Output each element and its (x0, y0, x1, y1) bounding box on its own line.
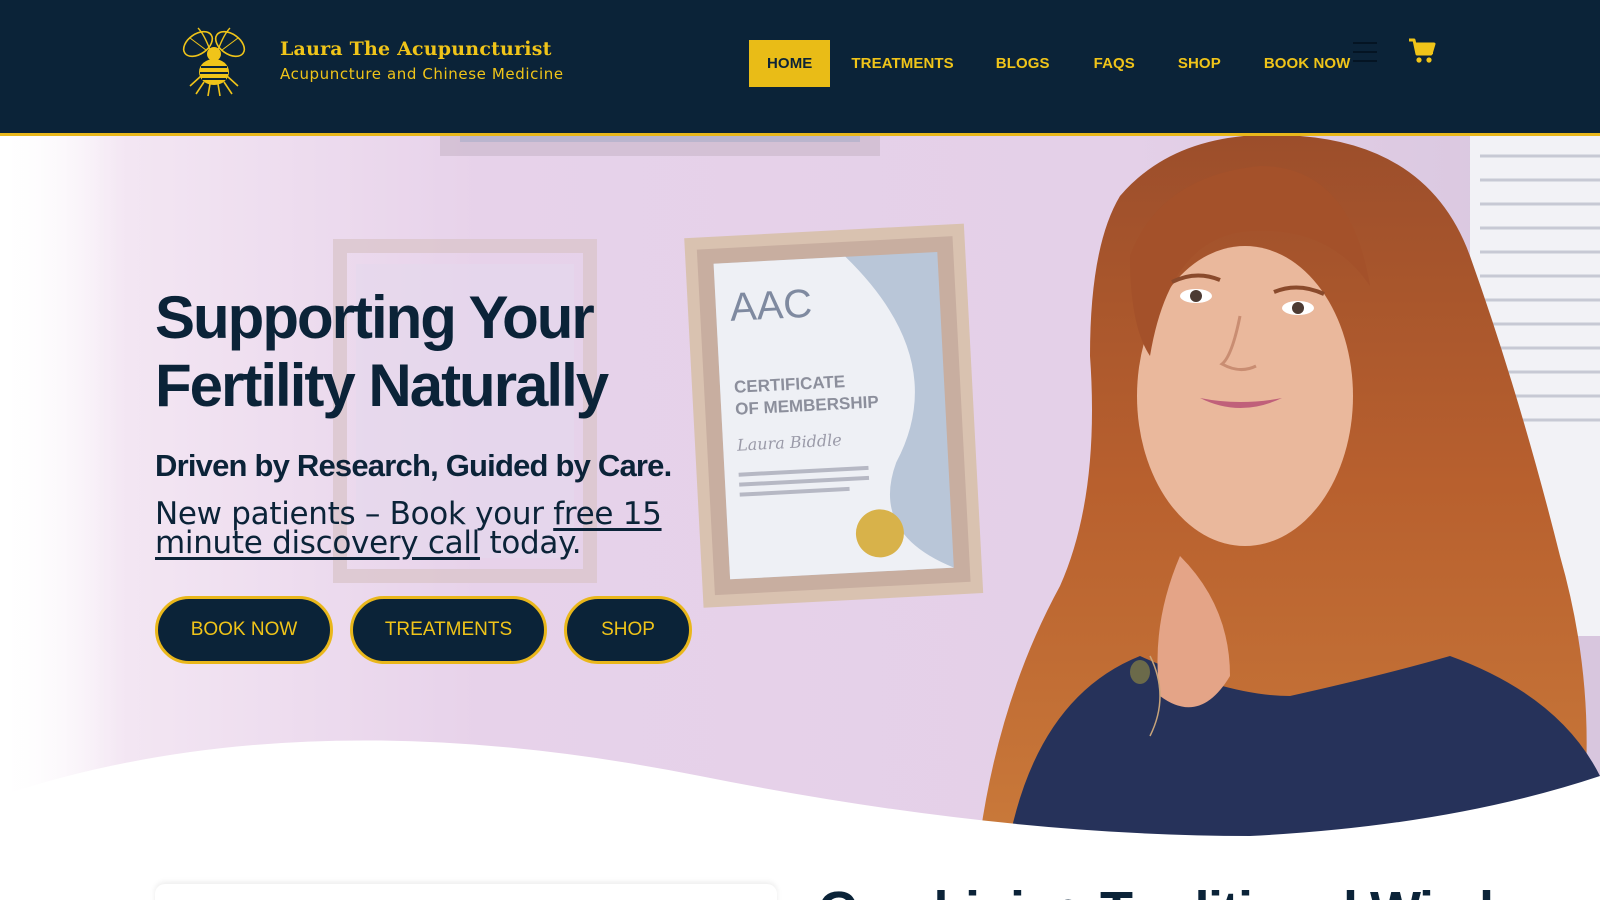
nav-home[interactable]: HOME (749, 40, 831, 87)
hero-title: Supporting Your Fertility Naturally (155, 284, 609, 419)
hero-treatments-button[interactable]: TREATMENTS (350, 596, 547, 664)
hamburger-menu-icon[interactable] (1353, 42, 1377, 62)
bee-logo-icon (182, 27, 246, 97)
brand-logo[interactable]: Laura The Acupuncturist Acupuncture and … (168, 20, 564, 100)
nav-blogs[interactable]: BLOGS (975, 40, 1071, 87)
nav-book-now[interactable]: BOOK NOW (1244, 40, 1371, 87)
nav-faqs[interactable]: FAQS (1074, 40, 1155, 87)
hero-intro-text: New patients – Book your free 15 minute … (155, 499, 745, 561)
section-heading-text: Combining Traditional Wisdom (818, 881, 1598, 900)
hero-text-after: today. (479, 525, 582, 561)
hero-book-now-button[interactable]: BOOK NOW (155, 596, 333, 664)
hero-shop-button[interactable]: SHOP (564, 596, 692, 664)
hero-section: AAC CERTIFICATE OF MEMBERSHIP Laura Bidd… (0, 136, 1600, 900)
brand-subtitle: Acupuncture and Chinese Medicine (280, 64, 564, 83)
nav-shop[interactable]: SHOP (1158, 40, 1241, 87)
intro-card (155, 884, 777, 900)
shopping-cart-icon[interactable] (1408, 38, 1436, 64)
hero-buttons: BOOK NOW TREATMENTS SHOP (155, 596, 795, 664)
site-header: Laura The Acupuncturist Acupuncture and … (0, 0, 1600, 136)
hero-content: Supporting Your Fertility Naturally Driv… (155, 284, 795, 664)
hero-subtitle: Driven by Research, Guided by Care. (155, 448, 672, 483)
section-heading: Combining Traditional Wisdom (818, 881, 1598, 900)
brand-title: Laura The Acupuncturist (280, 37, 552, 60)
main-nav: HOME TREATMENTS BLOGS FAQS SHOP BOOK NOW (749, 40, 1373, 87)
nav-treatments[interactable]: TREATMENTS (833, 40, 971, 87)
